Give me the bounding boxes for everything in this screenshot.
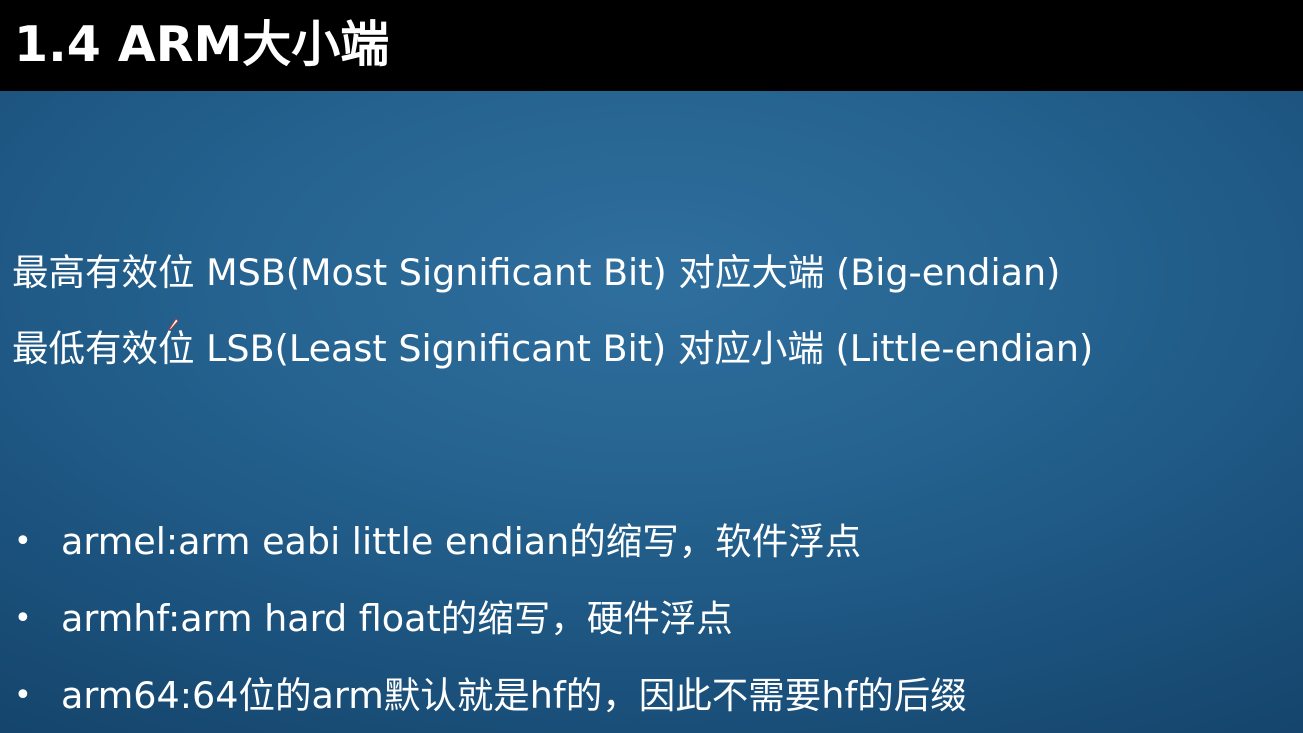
bullet-text: armel:arm eabi little endian的缩写，软件浮点: [61, 520, 862, 563]
title-bar: 1.4 ARM大小端: [0, 0, 1303, 91]
bullet-dot: •: [14, 524, 32, 559]
bullet-item-armhf: • armhf:arm hard float的缩写，硬件浮点: [14, 595, 733, 643]
bullet-dot: •: [14, 601, 32, 636]
slide: 1.4 ARM大小端 最高有效位 MSB(Most Significant Bi…: [0, 0, 1303, 733]
bullet-item-arm64: • arm64:64位的arm默认就是hf的，因此不需要hf的后缀: [14, 672, 967, 720]
bullet-text: arm64:64位的arm默认就是hf的，因此不需要hf的后缀: [61, 674, 967, 717]
bullet-text: armhf:arm hard float的缩写，硬件浮点: [61, 597, 733, 640]
definition-lsb: 最低有效位 LSB(Least Significant Bit) 对应小端 (L…: [12, 327, 1094, 370]
definition-msb: 最高有效位 MSB(Most Significant Bit) 对应大端 (Bi…: [12, 251, 1061, 294]
bullet-item-armel: • armel:arm eabi little endian的缩写，软件浮点: [14, 518, 861, 566]
slide-title: 1.4 ARM大小端: [14, 16, 390, 73]
pen-cursor-icon: [168, 318, 179, 331]
bullet-dot: •: [14, 678, 32, 713]
